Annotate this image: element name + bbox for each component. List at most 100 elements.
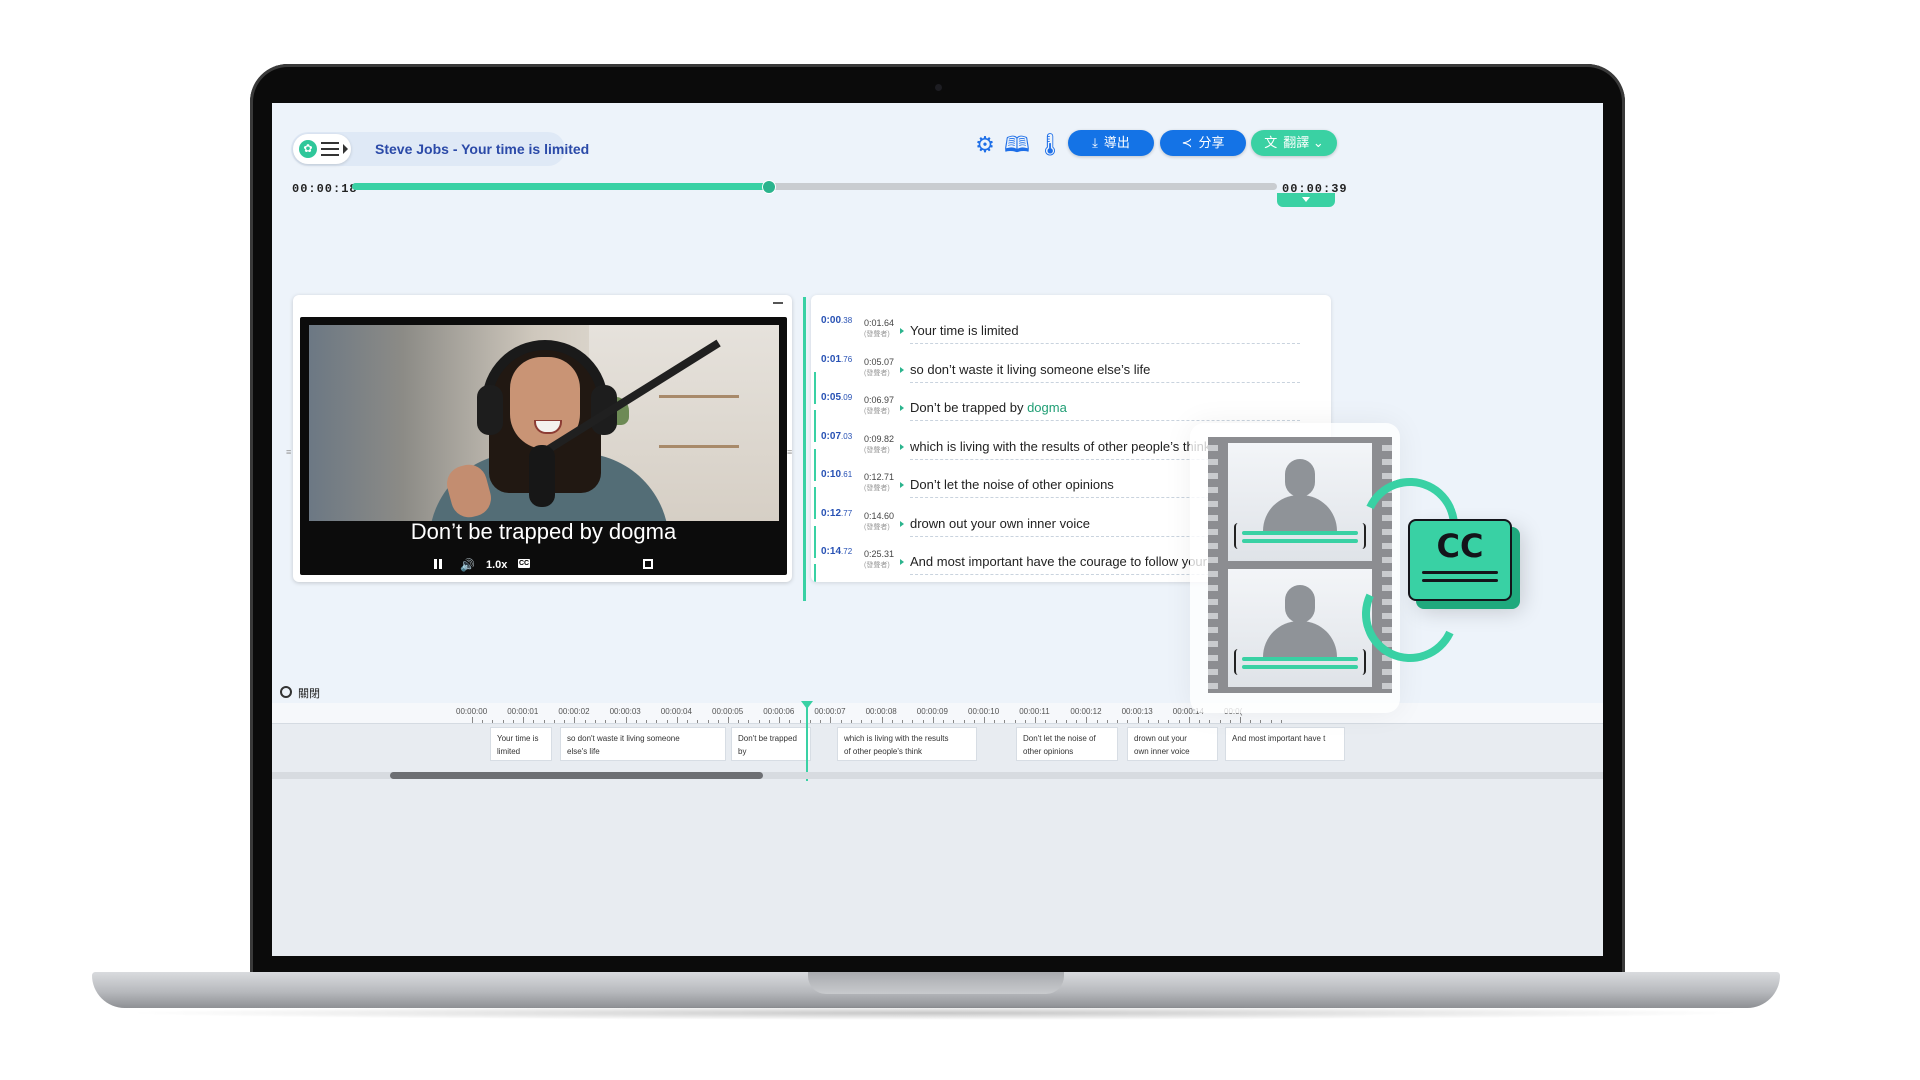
share-icon: ≺ [1181,135,1193,150]
subtitle-cue[interactable]: Your time is limited [490,727,552,761]
timeline-tick-label: 00:00:12 [1070,707,1102,716]
segment-start-time[interactable]: 0:12.77 [821,508,852,519]
speaker-label[interactable]: (發聲者) [864,445,890,455]
subtitle-cue[interactable]: And most important have t [1225,727,1345,761]
share-button[interactable]: ≺ 分享 [1160,130,1246,156]
timeline-ruler[interactable]: 00:00:00 00:00:01 00:00:02 00:00:03 00:00:04… [272,703,1603,724]
speaker-label[interactable]: (發聲者) [864,560,890,570]
segment-text[interactable]: drown out your own inner voice [910,516,1090,531]
transcript-row[interactable]: 0:00.38 0:01.64 (發聲者) Your time is limited [811,309,1331,347]
progress-knob[interactable] [762,180,777,194]
speaker-label[interactable]: (發聲者) [864,483,890,493]
caret-right-icon [343,144,348,154]
timeline-tick-label: 00:00:07 [814,707,846,716]
speaker-label[interactable]: (發聲者) [864,329,890,339]
resize-handle-left[interactable]: ≡ [286,447,292,457]
subtitle-cue[interactable]: so don't waste it living someone else's l… [560,727,726,761]
timeline-scrollbar[interactable] [390,772,763,779]
timeline-toggle[interactable]: 關閉 [280,685,320,701]
speaker-label[interactable]: (發聲者) [864,406,890,416]
export-button[interactable]: ⤓ 導出 [1068,130,1154,156]
subtitle-illustration [1190,423,1400,713]
segment-start-time[interactable]: 0:14.72 [821,546,852,557]
play-segment-icon[interactable] [900,443,904,450]
subtitle-cue[interactable]: drown out your own inner voice [1127,727,1218,761]
segment-start-time[interactable]: 0:07.03 [821,431,852,442]
download-icon: ⤓ [1092,135,1098,150]
app-logo-icon: ✿ [299,140,317,158]
segment-text[interactable]: Don’t let the noise of other opinions [910,477,1114,492]
segment-text[interactable]: Don’t be trapped by dogma [910,400,1067,415]
camera-dot [934,84,942,91]
video-caption: Don’t be trapped by dogma [410,519,677,544]
segment-end-time: 0:06.97 [864,395,895,405]
progress-bar[interactable] [352,180,1277,194]
play-segment-icon[interactable] [900,520,904,527]
progress-fill [352,183,769,190]
closed-captions-icon: CC [1408,519,1512,601]
subtitle-cue[interactable]: Don't be trapped bydogma [731,727,811,761]
timeline-playhead[interactable] [801,701,813,781]
pause-icon[interactable] [434,559,442,569]
current-time: 00:00:18 [292,182,358,196]
transcript-row[interactable]: 0:05.09 0:06.97 (發聲者) Don’t be trapped by d… [811,386,1331,442]
subtitle-cue[interactable]: Don't let the noise of other opinions [1016,727,1118,761]
translate-label: 翻譯 [1283,135,1310,150]
play-segment-icon[interactable] [900,366,904,373]
timeline-tick-label: 00:00:13 [1121,707,1153,716]
transcript-row[interactable]: 0:01.76 0:05.07 (發聲者) so don’t waste it liv… [811,348,1331,404]
subtitle-timeline[interactable]: 00:00:00 00:00:01 00:00:02 00:00:03 00:00:04… [272,701,1603,956]
timeline-tick-label: 00:00:11 [1019,707,1050,716]
laptop-shadow [120,1006,1750,1020]
play-segment-icon[interactable] [900,482,904,488]
share-label: 分享 [1198,135,1225,150]
segment-end-time: 0:12.71 [864,472,895,482]
close-circle-icon [280,686,292,698]
timeline-tick-label: 00:00:02 [558,707,590,716]
hamburger-menu-icon [321,142,339,156]
timeline-tick-label: 00:00:08 [865,707,897,716]
video-frame-image [309,325,779,521]
menu-button[interactable]: ✿ [293,134,351,164]
timeline-toggle-label: 關閉 [298,688,320,700]
segment-start-time[interactable]: 0:01.76 [821,354,852,365]
volume-icon[interactable]: 🔊 [460,559,475,571]
subtitles-icon[interactable]: CC [518,559,530,568]
speed-control[interactable]: 1.0x [486,559,507,571]
translate-button[interactable]: 文翻譯 ⌄ [1251,130,1337,156]
laptop-notch [808,972,1064,994]
speaker-label[interactable]: (發聲者) [864,368,890,378]
thermometer-icon[interactable]: 🌡 [1036,132,1064,158]
segment-text[interactable]: which is living with the results of othe… [910,439,1210,454]
timeline-tick-label: 00:00:03 [609,707,641,716]
fullscreen-icon[interactable] [643,559,653,569]
title-pill: ✿ Steve Jobs - Your time is limited [291,132,589,166]
speaker-label[interactable]: (發聲者) [864,522,890,532]
panel-divider[interactable] [803,297,806,601]
play-segment-icon[interactable] [900,559,904,565]
segment-end-time: 0:01.64 [864,318,895,328]
play-segment-icon[interactable] [900,328,904,334]
segment-start-time[interactable]: 0:05.09 [821,392,852,403]
collapse-toggle[interactable] [1277,193,1335,207]
gear-icon[interactable]: ⚙ [972,132,998,158]
timeline-tick-label: 00:00:04 [660,707,692,716]
timeline-tick-label: 00:00:00 [456,707,488,716]
timeline-tick-label: 00:00:06 [763,707,795,716]
export-label: 導出 [1103,135,1130,150]
subtitle-cue[interactable]: which is living with the results of other… [837,727,977,761]
book-icon[interactable]: 🕮 [1004,132,1030,158]
video-player[interactable]: Don’t be trapped by dogma 🔊 1.0x CC [300,317,787,575]
play-segment-icon[interactable] [900,405,904,411]
segment-start-time[interactable]: 0:00.38 [821,315,852,326]
segment-end-time: 0:05.07 [864,356,895,367]
segment-start-time[interactable]: 0:10.61 [821,469,852,480]
timeline-tick-label: 00:00:10 [968,707,1000,716]
resize-handle-right[interactable]: ≡ [787,447,793,457]
segment-end-time: 0:09.82 [864,433,895,444]
segment-text[interactable]: so don’t waste it living someone else’s … [910,362,1150,377]
minimize-icon[interactable] [773,302,783,304]
chevron-down-icon: ⌄ [1312,135,1324,150]
segment-text[interactable]: Your time is limited [910,323,1019,338]
film-strip-icon [1208,437,1392,693]
